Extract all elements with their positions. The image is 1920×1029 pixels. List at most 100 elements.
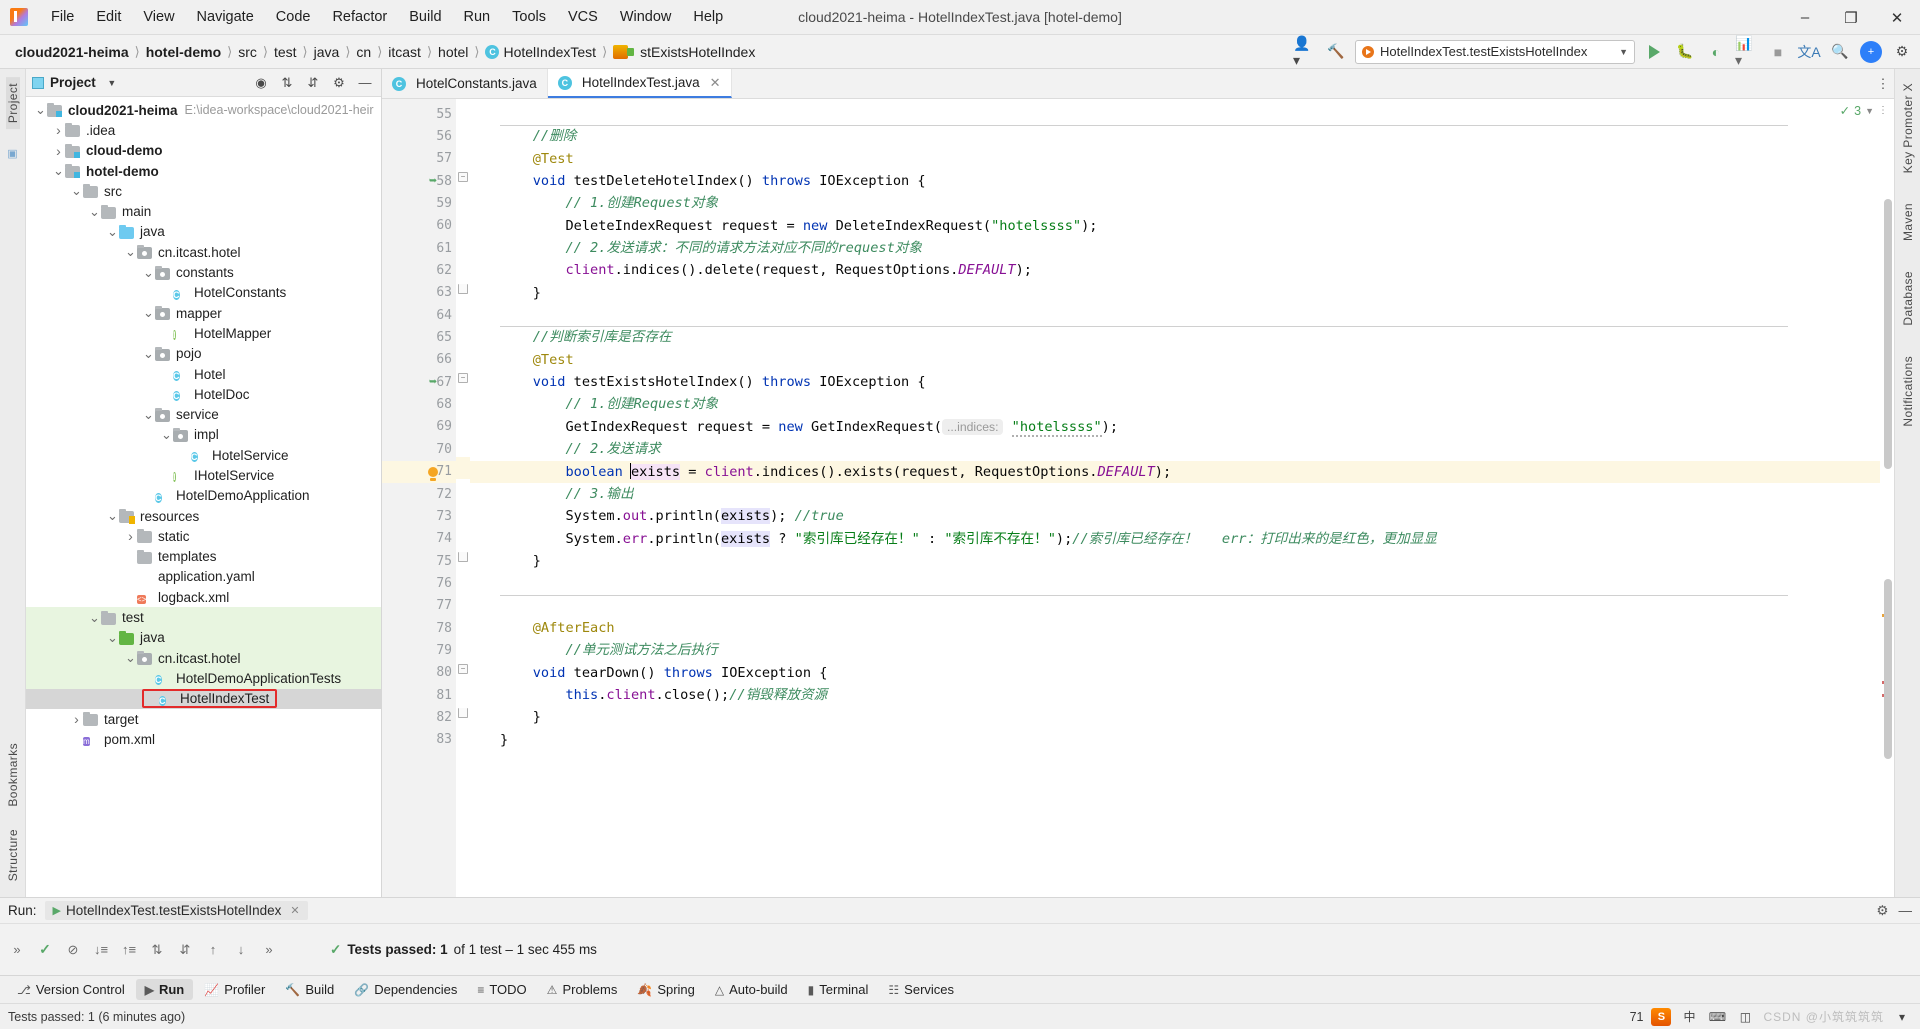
panel-settings-gear-icon[interactable]: ⚙: [329, 73, 349, 93]
intention-bulb-icon[interactable]: [424, 466, 442, 481]
tree-node-ihotelservice[interactable]: I IHotelService: [26, 465, 381, 485]
gutter-line-60[interactable]: 60: [382, 215, 456, 237]
tree-node-hoteldemoapplicationtests[interactable]: C HotelDemoApplicationTests: [26, 668, 381, 689]
chevron-down-icon[interactable]: ⌄: [124, 650, 137, 666]
tree-node-service[interactable]: ⌄ service: [26, 404, 381, 424]
stop-button[interactable]: ■: [1766, 40, 1790, 64]
gutter-line-76[interactable]: 76: [382, 572, 456, 594]
fold-slot-82[interactable]: [456, 702, 470, 724]
code-line-71[interactable]: boolean exists = client.indices().exists…: [470, 460, 1880, 483]
tool-window-terminal[interactable]: ▮ Terminal: [799, 979, 878, 1000]
tool-strip-database[interactable]: Database: [1901, 265, 1915, 332]
editor-scrollbar-thumb[interactable]: [1884, 579, 1892, 759]
gutter-line-77[interactable]: 77: [382, 595, 456, 617]
breadcrumb-module[interactable]: hotel-demo: [143, 42, 224, 62]
inspection-widget[interactable]: ✓ 3 ▼ ⋮: [1835, 101, 1892, 120]
chevron-down-icon[interactable]: ⌄: [34, 102, 47, 118]
chevron-down-icon[interactable]: ⌄: [160, 427, 173, 443]
gutter-line-68[interactable]: 68: [382, 393, 456, 415]
breadcrumb-project[interactable]: cloud2021-heima: [12, 42, 132, 62]
zoom-level[interactable]: 71: [1630, 1010, 1644, 1024]
gutter-line-82[interactable]: 82: [382, 706, 456, 728]
breadcrumb-itcast[interactable]: itcast: [385, 42, 424, 62]
tree-node-test[interactable]: ⌄ test: [26, 607, 381, 628]
fold-collapse-icon[interactable]: −: [458, 373, 468, 384]
tool-strip-bookmarks[interactable]: Bookmarks: [6, 737, 20, 813]
run-configuration-selector[interactable]: HotelIndexTest.testExistsHotelIndex ▼: [1355, 39, 1635, 64]
code-line-64[interactable]: [470, 304, 1880, 326]
translate-icon[interactable]: 文A: [1797, 40, 1821, 64]
ime-language-indicator[interactable]: 中: [1679, 1008, 1699, 1026]
chevron-down-icon[interactable]: ⌄: [88, 610, 101, 626]
hide-ignored-icon[interactable]: ⊘: [62, 939, 84, 961]
gutter-line-62[interactable]: 62: [382, 259, 456, 281]
build-hammer-icon[interactable]: 🔨: [1324, 40, 1348, 64]
run-panel-tab[interactable]: ▶ HotelIndexTest.testExistsHotelIndex ✕: [44, 901, 308, 920]
code-line-56[interactable]: //删除: [470, 125, 1880, 147]
fold-end-icon[interactable]: [458, 551, 468, 562]
tree-node--idea[interactable]: › .idea: [26, 120, 381, 140]
tool-window-dependencies[interactable]: 🔗 Dependencies: [345, 979, 466, 1000]
menu-tools[interactable]: Tools: [501, 4, 557, 30]
tool-window-profiler[interactable]: 📈 Profiler: [195, 979, 274, 1000]
tree-node-mapper[interactable]: ⌄ mapper: [26, 303, 381, 323]
tree-node-src[interactable]: ⌄ src: [26, 181, 381, 201]
fold-slot-80[interactable]: −: [456, 658, 470, 680]
menu-edit[interactable]: Edit: [85, 4, 132, 30]
tree-node-resources[interactable]: ⌄ resources: [26, 506, 381, 526]
tree-node-cloud2021-heima[interactable]: ⌄ cloud2021-heima E:\idea-workspace\cloud2…: [26, 100, 381, 120]
maximize-button[interactable]: ❐: [1828, 0, 1874, 35]
debug-button[interactable]: 🐛: [1673, 40, 1697, 64]
profiler-button[interactable]: 📊▾: [1735, 35, 1759, 68]
code-line-58[interactable]: void testDeleteHotelIndex() throws IOExc…: [470, 170, 1880, 192]
editor-tab-hotelindextest[interactable]: C HotelIndexTest.java ✕: [547, 69, 732, 98]
code-line-82[interactable]: }: [470, 706, 1880, 728]
tool-strip-key-promoter[interactable]: Key Promoter X: [1901, 77, 1915, 179]
collapse-all-tests-icon[interactable]: ⇵: [174, 939, 196, 961]
fold-end-icon[interactable]: [458, 283, 468, 294]
show-passed-icon[interactable]: ✓: [34, 939, 56, 961]
code-line-76[interactable]: [470, 572, 1880, 594]
code-line-62[interactable]: client.indices().delete(request, Request…: [470, 259, 1880, 281]
tool-window-todo[interactable]: ≡ TODO: [468, 979, 535, 1000]
gutter-line-59[interactable]: 59: [382, 192, 456, 214]
menu-vcs[interactable]: VCS: [557, 4, 609, 30]
chevron-down-icon[interactable]: ⌄: [142, 407, 155, 423]
breadcrumb-method[interactable]: stExistsHotelIndex: [610, 42, 758, 62]
code-line-67[interactable]: void testExistsHotelIndex() throws IOExc…: [470, 371, 1880, 393]
menu-navigate[interactable]: Navigate: [186, 4, 265, 30]
breadcrumb-hotel[interactable]: hotel: [435, 42, 471, 62]
code-line-61[interactable]: // 2.发送请求：不同的请求方法对应不同的request对象: [470, 237, 1880, 259]
menu-code[interactable]: Code: [265, 4, 322, 30]
chevron-down-icon[interactable]: ⌄: [106, 224, 119, 240]
chevron-right-icon[interactable]: ›: [124, 528, 137, 544]
ime-panel-icon[interactable]: ◫: [1735, 1008, 1755, 1026]
gutter-line-81[interactable]: 81: [382, 684, 456, 706]
fold-collapse-icon[interactable]: −: [458, 172, 468, 183]
menu-help[interactable]: Help: [682, 4, 734, 30]
tree-node-templates[interactable]: templates: [26, 547, 381, 567]
tool-window-run[interactable]: ▶ Run: [135, 979, 194, 1000]
tool-window-version-control[interactable]: ⎇ Version Control: [8, 979, 134, 1000]
tool-window-autobuild[interactable]: △ Auto-build: [706, 979, 797, 1000]
gutter-line-63[interactable]: 63: [382, 282, 456, 304]
tree-node-static[interactable]: › static: [26, 526, 381, 546]
project-tree[interactable]: ⌄ cloud2021-heima E:\idea-workspace\cloud2…: [26, 97, 381, 897]
tree-node-hotelservice[interactable]: C HotelService: [26, 445, 381, 465]
code-line-74[interactable]: System.err.println(exists ? "索引库已经存在！" :…: [470, 528, 1880, 550]
code-content[interactable]: //删除 @Test void testDeleteHotelIndex() t…: [470, 99, 1880, 897]
tree-node-cn-itcast-hotel[interactable]: ⌄ cn.itcast.hotel: [26, 648, 381, 669]
chevron-down-icon[interactable]: ⌄: [70, 183, 83, 199]
gutter-line-74[interactable]: 74: [382, 528, 456, 550]
gutter-line-58[interactable]: ➥ 58: [382, 170, 456, 192]
tree-node-main[interactable]: ⌄ main: [26, 201, 381, 221]
tray-more-icon[interactable]: ▾: [1892, 1008, 1912, 1026]
gutter-line-72[interactable]: 72: [382, 483, 456, 505]
code-line-63[interactable]: }: [470, 282, 1880, 304]
run-panel-settings-gear-icon[interactable]: ⚙: [1876, 903, 1888, 919]
tool-window-build[interactable]: 🔨 Build: [276, 979, 343, 1000]
code-line-69[interactable]: GetIndexRequest request = new GetIndexRe…: [470, 416, 1880, 438]
tool-window-problems[interactable]: ⚠ Problems: [538, 979, 627, 1000]
editor-more-options-icon[interactable]: ⋮: [1872, 69, 1894, 98]
fold-slot-75[interactable]: [456, 546, 470, 568]
